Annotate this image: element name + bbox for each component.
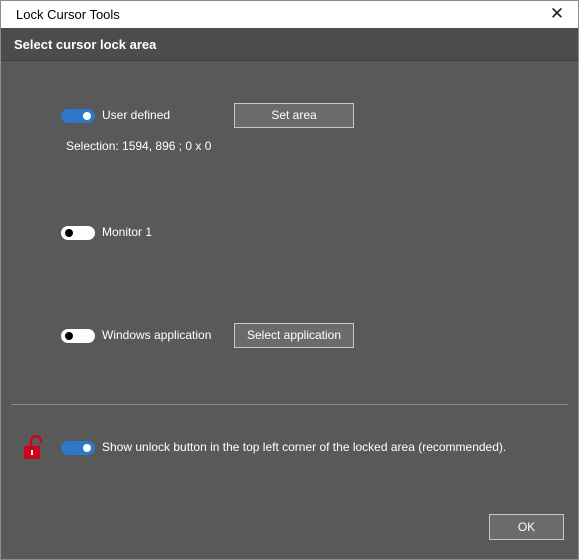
user-defined-toggle[interactable] (61, 109, 95, 123)
content-area: User defined Set area Selection: 1594, 8… (1, 61, 578, 559)
unlock-button-label: Show unlock button in the top left corne… (102, 440, 507, 454)
section-header: Select cursor lock area (1, 28, 578, 61)
close-button[interactable]: ✕ (542, 3, 572, 25)
toggle-knob (65, 229, 73, 237)
ok-button[interactable]: OK (489, 514, 564, 540)
select-application-button[interactable]: Select application (234, 323, 354, 348)
lock-cursor-tools-window: Lock Cursor Tools ✕ Select cursor lock a… (0, 0, 579, 560)
set-area-button[interactable]: Set area (234, 103, 354, 128)
windows-application-toggle[interactable] (61, 329, 95, 343)
monitor-toggle[interactable] (61, 226, 95, 240)
toggle-knob (65, 332, 73, 340)
windows-application-label: Windows application (102, 328, 212, 342)
window-title: Lock Cursor Tools (16, 7, 120, 22)
selection-readout: Selection: 1594, 896 ; 0 x 0 (66, 139, 212, 153)
section-title: Select cursor lock area (14, 37, 157, 52)
divider (11, 404, 568, 405)
toggle-knob (83, 112, 91, 120)
monitor-label: Monitor 1 (102, 225, 153, 239)
title-bar: Lock Cursor Tools ✕ (1, 1, 578, 28)
user-defined-label: User defined (102, 108, 171, 122)
unlock-button-toggle[interactable] (61, 441, 95, 455)
toggle-knob (83, 444, 91, 452)
unlocked-padlock-icon (24, 435, 43, 459)
